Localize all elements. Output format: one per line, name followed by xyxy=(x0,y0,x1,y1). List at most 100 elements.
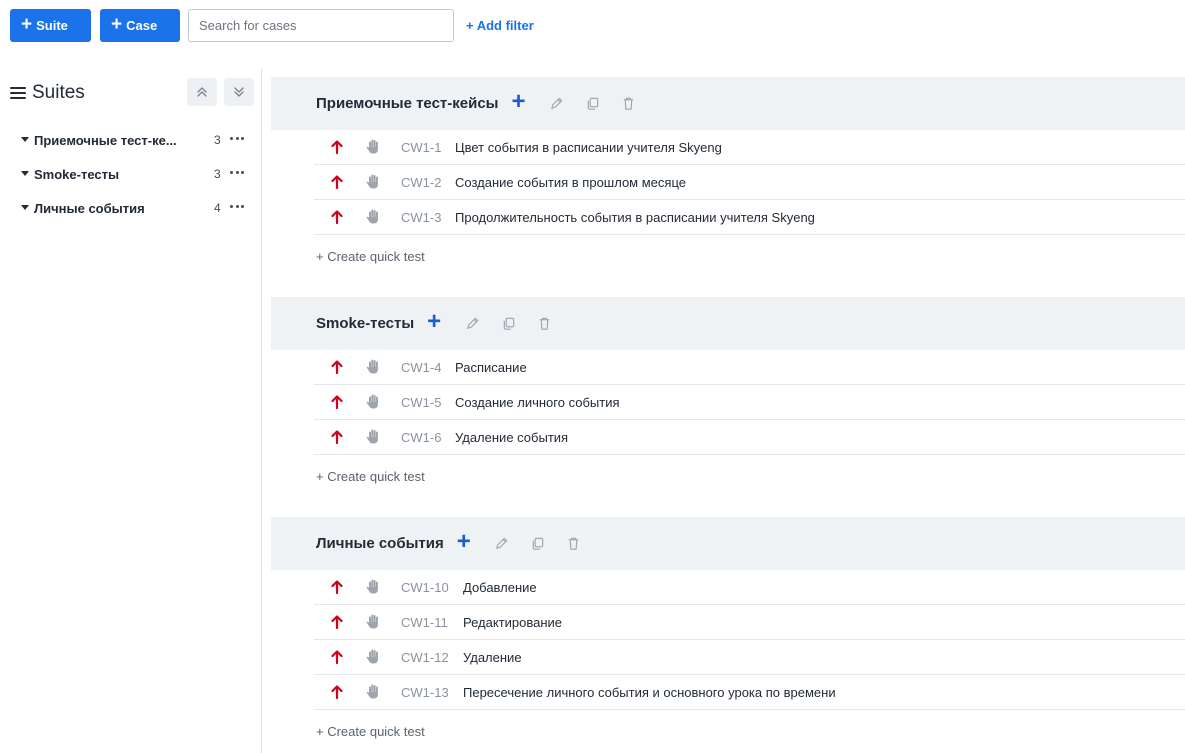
sidebar-item-count: 3 xyxy=(214,167,221,181)
case-title[interactable]: Добавление xyxy=(463,580,537,595)
add-case-to-suite-icon[interactable]: + xyxy=(508,90,528,114)
collapse-all-button[interactable] xyxy=(187,78,217,106)
plus-icon: + xyxy=(111,13,123,35)
plus-icon: + xyxy=(21,13,33,35)
hand-icon xyxy=(366,174,380,192)
hand-icon xyxy=(366,614,380,632)
suite-title: Smoke-тесты xyxy=(316,315,415,332)
suite-section: Smoke-тесты + CW1-4 Расписание CW1-5 Созда… xyxy=(271,297,1185,498)
add-case-to-suite-icon[interactable]: + xyxy=(424,310,444,334)
create-quick-test-link[interactable]: + Create quick test xyxy=(314,710,1185,753)
suite-actions: + xyxy=(454,530,600,554)
hand-icon xyxy=(366,139,380,157)
case-title[interactable]: Расписание xyxy=(455,360,527,375)
case-row[interactable]: CW1-10 Добавление xyxy=(314,570,1185,605)
chevrons-down-icon xyxy=(234,87,244,97)
suite-actions: + xyxy=(508,90,654,114)
sidebar-item-label: Приемочные тест-ке... xyxy=(34,132,177,148)
case-row[interactable]: CW1-1 Цвет события в расписании учителя S… xyxy=(314,130,1185,165)
create-quick-test-link[interactable]: + Create quick test xyxy=(314,235,1185,278)
suite-tree: Приемочные тест-ке... 3 Smoke-тесты 3 Ли… xyxy=(0,123,262,225)
trash-icon[interactable] xyxy=(618,94,638,114)
hand-icon xyxy=(366,429,380,447)
suite-title: Приемочные тест-кейсы xyxy=(316,95,499,112)
case-title[interactable]: Продолжительность события в расписании у… xyxy=(455,210,815,225)
add-filter-link[interactable]: + Add filter xyxy=(466,18,534,33)
pencil-icon[interactable] xyxy=(546,94,566,114)
case-id: CW1-3 xyxy=(401,209,442,225)
more-icon[interactable] xyxy=(230,169,244,175)
arrow-up-icon xyxy=(331,210,343,227)
toolbar: + Suite + Case + Add filter xyxy=(10,8,534,42)
arrow-up-icon xyxy=(331,175,343,192)
case-title[interactable]: Редактирование xyxy=(463,615,562,630)
sidebar-item-smoke[interactable]: Smoke-тесты 3 xyxy=(0,157,262,191)
suite-section: Приемочные тест-кейсы + CW1-1 Цвет событи… xyxy=(271,77,1185,278)
sidebar-item-count: 3 xyxy=(214,133,221,147)
trash-icon[interactable] xyxy=(564,534,584,554)
case-row[interactable]: CW1-5 Создание личного события xyxy=(314,385,1185,420)
add-suite-label: Suite xyxy=(36,17,68,33)
suite-header: Приемочные тест-кейсы + xyxy=(271,77,1185,130)
arrow-up-icon xyxy=(331,615,343,632)
arrow-up-icon xyxy=(331,360,343,377)
sidebar-header: Suites xyxy=(10,78,254,108)
suite-header: Smoke-тесты + xyxy=(271,297,1185,350)
case-id: CW1-2 xyxy=(401,174,442,190)
suite-header: Личные события + xyxy=(271,517,1185,570)
sidebar-title-label: Suites xyxy=(32,82,85,103)
chevrons-up-icon xyxy=(197,87,207,97)
copy-icon[interactable] xyxy=(528,534,548,554)
hand-icon xyxy=(366,209,380,227)
case-list: CW1-1 Цвет события в расписании учителя S… xyxy=(271,130,1185,278)
case-title[interactable]: Цвет события в расписании учителя Skyeng xyxy=(455,140,722,155)
sidebar-item-label: Smoke-тесты xyxy=(34,166,120,182)
case-id: CW1-10 xyxy=(401,579,449,595)
case-title[interactable]: Пересечение личного события и основного … xyxy=(463,685,836,700)
sidebar: Suites Приемочные тест-ке... 3 Smoke-тес… xyxy=(0,68,262,753)
hand-icon xyxy=(366,579,380,597)
add-case-button[interactable]: + Case xyxy=(100,8,180,42)
search-input[interactable] xyxy=(188,8,454,42)
suite-actions: + xyxy=(424,310,570,334)
menu-icon xyxy=(10,86,26,100)
case-row[interactable]: CW1-12 Удаление xyxy=(314,640,1185,675)
hand-icon xyxy=(366,649,380,667)
case-row[interactable]: CW1-2 Создание события в прошлом месяце xyxy=(314,165,1185,200)
create-quick-test-link[interactable]: + Create quick test xyxy=(314,455,1185,498)
case-row[interactable]: CW1-6 Удаление события xyxy=(314,420,1185,455)
expand-all-button[interactable] xyxy=(224,78,254,106)
arrow-up-icon xyxy=(331,685,343,702)
case-id: CW1-5 xyxy=(401,394,442,410)
add-suite-button[interactable]: + Suite xyxy=(10,8,91,42)
case-id: CW1-12 xyxy=(401,649,449,665)
case-title[interactable]: Создание личного события xyxy=(455,395,620,410)
hand-icon xyxy=(366,394,380,412)
case-id: CW1-1 xyxy=(401,139,442,155)
case-title[interactable]: Удаление события xyxy=(455,430,568,445)
sidebar-item-count: 4 xyxy=(214,201,221,215)
case-id: CW1-4 xyxy=(401,359,442,375)
copy-icon[interactable] xyxy=(582,94,602,114)
case-row[interactable]: CW1-3 Продолжительность события в расписа… xyxy=(314,200,1185,235)
more-icon[interactable] xyxy=(230,135,244,141)
pencil-icon[interactable] xyxy=(462,314,482,334)
hand-icon xyxy=(366,359,380,377)
caret-down-icon[interactable] xyxy=(21,137,29,142)
case-title[interactable]: Удаление xyxy=(463,650,522,665)
caret-down-icon[interactable] xyxy=(21,205,29,210)
pencil-icon[interactable] xyxy=(492,534,512,554)
case-title[interactable]: Создание события в прошлом месяце xyxy=(455,175,686,190)
sidebar-item-personal-events[interactable]: Личные события 4 xyxy=(0,191,262,225)
case-row[interactable]: CW1-13 Пересечение личного события и осно… xyxy=(314,675,1185,710)
add-case-to-suite-icon[interactable]: + xyxy=(454,530,474,554)
sidebar-item-acceptance[interactable]: Приемочные тест-ке... 3 xyxy=(0,123,262,157)
copy-icon[interactable] xyxy=(498,314,518,334)
more-icon[interactable] xyxy=(230,203,244,209)
caret-down-icon[interactable] xyxy=(21,171,29,176)
case-row[interactable]: CW1-4 Расписание xyxy=(314,350,1185,385)
case-id: CW1-6 xyxy=(401,429,442,445)
trash-icon[interactable] xyxy=(534,314,554,334)
case-row[interactable]: CW1-11 Редактирование xyxy=(314,605,1185,640)
hand-icon xyxy=(366,684,380,702)
